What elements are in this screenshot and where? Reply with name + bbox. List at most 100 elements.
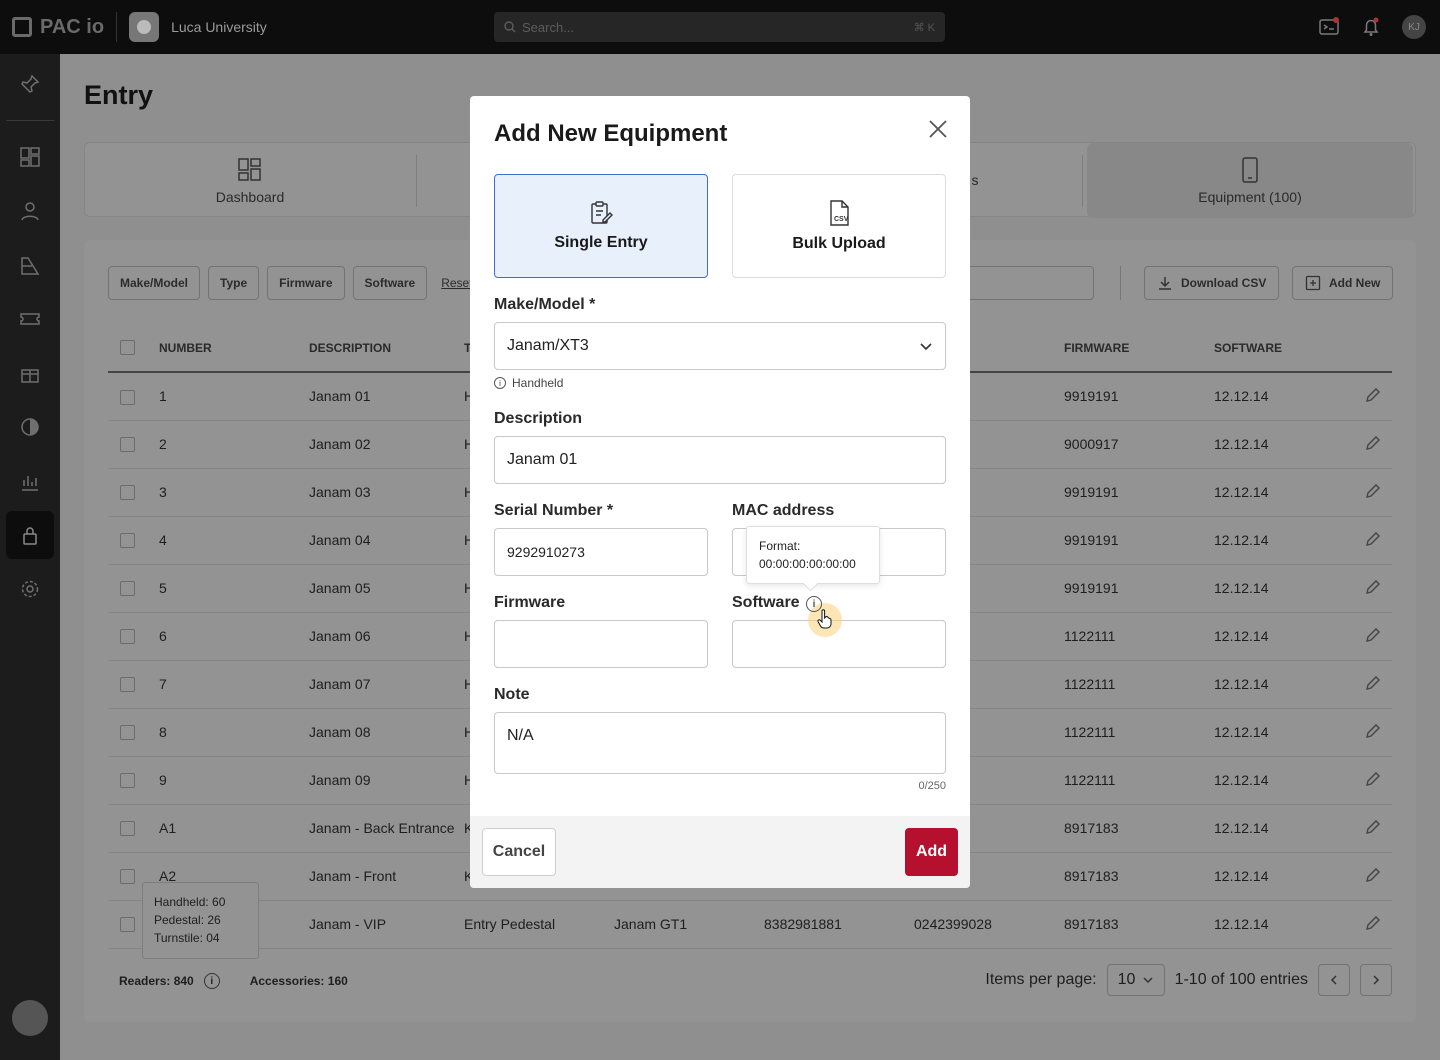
next-page-button[interactable] [1360, 964, 1392, 996]
cell-description: Janam 06 [309, 612, 464, 661]
row-checkbox[interactable] [120, 773, 135, 789]
hand-cursor-icon [817, 609, 832, 629]
single-entry-option[interactable]: Single Entry [494, 174, 708, 278]
edit-pencil-icon[interactable] [1364, 434, 1382, 452]
make-model-select[interactable]: Janam/XT3 [494, 322, 946, 370]
sidebar-item-dashboard[interactable] [6, 133, 54, 181]
serial-number-label: Serial Number * [494, 502, 614, 519]
row-checkbox[interactable] [120, 677, 135, 693]
add-button[interactable]: Add [905, 828, 958, 876]
edit-pencil-icon[interactable] [1364, 866, 1382, 884]
edit-pencil-icon[interactable] [1364, 914, 1382, 932]
cell-firmware: 9919191 [1064, 468, 1214, 517]
edit-pencil-icon[interactable] [1364, 386, 1382, 404]
items-per-page-select[interactable]: 10 [1106, 964, 1165, 996]
row-checkbox[interactable] [120, 917, 135, 933]
add-equipment-modal: Add New Equipment Single Entry CSV Bulk … [470, 96, 970, 888]
tab-divider [1082, 155, 1083, 207]
info-icon[interactable]: i [203, 973, 220, 989]
edit-pencil-icon[interactable] [1364, 482, 1382, 500]
apps-icon[interactable] [1318, 16, 1340, 38]
reset-filters-link[interactable]: Reset [441, 276, 472, 290]
download-csv-button[interactable]: Download CSV [1144, 266, 1280, 300]
filter-firmware[interactable]: Firmware [267, 266, 345, 300]
dashboard-icon [20, 147, 40, 167]
add-new-button[interactable]: Add New [1292, 266, 1394, 300]
chevron-right-icon [1373, 975, 1380, 985]
brand-logo[interactable]: PAC io [12, 16, 104, 39]
sidebar-item-venues[interactable] [6, 241, 54, 289]
row-checkbox[interactable] [120, 581, 135, 597]
tooltip-line: Turnstile: 04 [154, 931, 220, 945]
cell-number: 3 [159, 468, 309, 517]
note-textarea[interactable]: N/A [494, 712, 946, 774]
global-search-input[interactable]: Search... ⌘ K [494, 12, 945, 42]
close-icon[interactable] [925, 116, 951, 142]
tab-equipment[interactable]: Equipment (100) [1087, 143, 1413, 218]
note-char-counter: 0/250 [918, 780, 946, 792]
sidebar-item-access[interactable] [6, 511, 54, 559]
edit-pencil-icon[interactable] [1364, 818, 1382, 836]
cell-number: 2 [159, 420, 309, 469]
single-entry-label: Single Entry [554, 234, 648, 251]
table-search-input[interactable] [964, 266, 1094, 300]
lock-icon [23, 527, 37, 545]
col-software[interactable]: SOFTWARE [1214, 324, 1364, 373]
sidebar-item-users[interactable] [6, 187, 54, 235]
edit-pencil-icon[interactable] [1364, 626, 1382, 644]
sidebar-item-themes[interactable] [6, 403, 54, 451]
col-number[interactable]: NUMBER [159, 324, 309, 373]
search-shortcut: ⌘ K [913, 21, 935, 34]
edit-pencil-icon[interactable] [1364, 770, 1382, 788]
filter-type[interactable]: Type [208, 266, 260, 300]
make-model-helper-text: Handheld [512, 376, 564, 390]
bell-icon[interactable] [1360, 16, 1382, 38]
sidebar-item-settings[interactable] [6, 565, 54, 613]
org-switcher[interactable]: Luca University [129, 12, 267, 42]
cell-model: Janam GT1 [614, 900, 764, 949]
chart-icon [22, 476, 38, 491]
user-avatar[interactable]: KJ [1402, 15, 1426, 39]
sidebar-item-tickets[interactable] [6, 295, 54, 343]
select-all-checkbox[interactable] [120, 340, 135, 356]
bulk-upload-label: Bulk Upload [792, 235, 886, 252]
row-checkbox[interactable] [120, 629, 135, 645]
tab-dashboard[interactable]: Dashboard [85, 143, 415, 218]
info-icon: i [494, 377, 506, 389]
row-checkbox[interactable] [120, 437, 135, 453]
cell-software: 12.12.14 [1214, 564, 1364, 613]
cell-firmware: 9919191 [1064, 564, 1214, 613]
dashboard-icon [238, 157, 261, 181]
col-firmware[interactable]: FIRMWARE [1064, 324, 1214, 373]
description-input[interactable]: Janam 01 [494, 436, 946, 484]
page-title: Entry [84, 80, 154, 110]
filter-make-model[interactable]: Make/Model [108, 266, 201, 300]
row-checkbox[interactable] [120, 389, 135, 405]
previous-page-button[interactable] [1318, 964, 1350, 996]
row-checkbox[interactable] [120, 725, 135, 741]
firmware-input[interactable] [494, 620, 708, 668]
sidebar-item-reports[interactable] [6, 457, 54, 505]
edit-pencil-icon[interactable] [1364, 530, 1382, 548]
row-checkbox[interactable] [120, 869, 135, 885]
edit-pencil-icon[interactable] [1364, 578, 1382, 596]
edit-pencil-icon[interactable] [1364, 674, 1382, 692]
row-checkbox[interactable] [120, 485, 135, 501]
cell-number: 1 [159, 372, 309, 421]
serial-number-input[interactable]: 9292910273 [494, 528, 708, 576]
sidebar-item-gifts[interactable] [6, 349, 54, 397]
table-row[interactable]: Janam - VIP Entry Pedestal Janam GT1 838298… [108, 900, 1392, 949]
equipment-stats: Readers: 840 i Accessories: 160 [119, 973, 348, 989]
row-checkbox[interactable] [120, 821, 135, 837]
bulk-upload-option[interactable]: CSV Bulk Upload [732, 174, 946, 278]
cancel-button[interactable]: Cancel [482, 828, 556, 876]
filter-software[interactable]: Software [352, 266, 428, 300]
row-checkbox[interactable] [120, 533, 135, 549]
edit-pencil-icon[interactable] [1364, 722, 1382, 740]
col-description[interactable]: DESCRIPTION [309, 324, 464, 373]
pin-icon[interactable] [6, 60, 54, 108]
readers-count: Readers: 840 [119, 974, 194, 988]
cell-number: 7 [159, 660, 309, 709]
profile-avatar[interactable] [12, 1000, 48, 1036]
cell-firmware: 8917183 [1064, 804, 1214, 853]
